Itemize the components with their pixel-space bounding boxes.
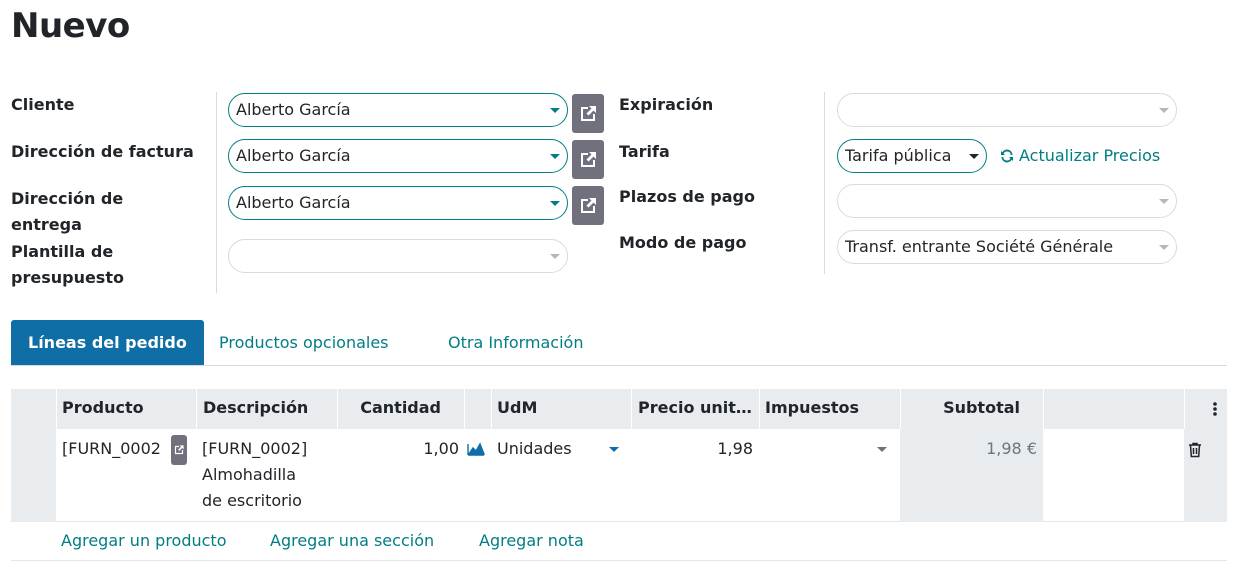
page-title: Nuevo	[11, 6, 130, 46]
product-cell[interactable]: [FURN_0002]	[62, 436, 162, 462]
left-column-divider	[216, 92, 217, 293]
cliente-value: Alberto García	[236, 100, 351, 119]
kebab-menu-icon[interactable]	[1212, 389, 1224, 429]
caret-down-icon	[550, 108, 560, 113]
column-divider	[631, 389, 632, 429]
column-divider	[56, 389, 57, 429]
column-header-udm[interactable]: UdM	[497, 389, 627, 429]
column-divider	[196, 389, 197, 429]
column-divider	[1043, 389, 1044, 429]
external-link-icon	[174, 445, 184, 455]
column-divider	[1184, 389, 1185, 429]
price-cell[interactable]: 1,98	[638, 436, 753, 462]
caret-down-icon	[1159, 199, 1169, 204]
plazos-field[interactable]	[837, 184, 1177, 218]
direccion-factura-external-link-button[interactable]	[572, 140, 604, 179]
forecast-chart-icon[interactable]	[467, 438, 486, 464]
column-header-producto[interactable]: Producto	[62, 389, 192, 429]
product-external-link-button[interactable]	[171, 435, 187, 465]
trash-icon[interactable]	[1188, 440, 1202, 466]
label-cliente: Cliente	[11, 95, 75, 114]
quantity-cell[interactable]: 1,00	[360, 436, 459, 462]
caret-down-icon	[969, 154, 979, 159]
column-header-cantidad[interactable]: Cantidad	[341, 389, 441, 429]
column-divider	[900, 389, 901, 429]
description-line3: de escritorio	[202, 491, 302, 510]
caret-down-icon	[550, 201, 560, 206]
column-divider	[759, 389, 760, 429]
direccion-entrega-external-link-button[interactable]	[572, 186, 604, 225]
external-link-icon	[581, 197, 596, 213]
label-plantilla-line2: presupuesto	[11, 268, 124, 287]
label-plantilla: Plantilla de presupuesto	[11, 239, 124, 291]
add-note-link[interactable]: Agregar nota	[479, 528, 584, 554]
direccion-entrega-field[interactable]: Alberto García	[228, 186, 568, 220]
column-divider	[337, 389, 338, 429]
right-column-divider	[824, 92, 825, 274]
tabs-divider	[11, 365, 1227, 366]
udm-cell[interactable]: Unidades	[497, 436, 627, 462]
subtotal-cell: 1,98 €	[986, 439, 1037, 458]
tab-productos-opcionales[interactable]: Productos opcionales	[202, 320, 406, 365]
refresh-icon	[1001, 149, 1013, 163]
taxes-cell[interactable]	[765, 436, 895, 462]
label-modo: Modo de pago	[619, 233, 747, 252]
direccion-factura-value: Alberto García	[236, 146, 351, 165]
column-header-descripcion[interactable]: Descripción	[203, 389, 333, 429]
external-link-icon	[581, 151, 596, 167]
column-header-precio[interactable]: Precio unit…	[638, 389, 753, 429]
description-line2: Almohadilla	[202, 465, 297, 484]
caret-down-icon	[1159, 245, 1169, 250]
tab-otra-informacion[interactable]: Otra Información	[431, 320, 600, 365]
label-direccion-factura: Dirección de factura	[11, 142, 194, 161]
modo-value: Transf. entrante Société Générale	[845, 237, 1114, 256]
plantilla-field[interactable]	[228, 239, 568, 273]
label-tarifa: Tarifa	[619, 142, 670, 161]
column-header-impuestos[interactable]: Impuestos	[765, 389, 895, 429]
caret-down-icon	[1159, 108, 1169, 113]
label-direccion-entrega-line1: Dirección de	[11, 189, 124, 208]
actualizar-precios-label: Actualizar Precios	[1019, 146, 1161, 165]
label-expiracion: Expiración	[619, 95, 714, 114]
column-header-subtotal[interactable]: Subtotal	[905, 389, 1020, 429]
cliente-field[interactable]: Alberto García	[228, 93, 568, 127]
label-direccion-entrega: Dirección de entrega	[11, 186, 123, 238]
tarifa-field[interactable]: Tarifa pública	[837, 139, 987, 173]
add-product-link[interactable]: Agregar un producto	[61, 528, 227, 554]
description-cell[interactable]: [FURN_0002] Almohadilla de escritorio	[202, 436, 332, 514]
tarifa-value: Tarifa pública	[845, 146, 952, 165]
row-handle[interactable]	[11, 429, 56, 522]
description-line1: [FURN_0002]	[202, 439, 308, 458]
udm-value: Unidades	[497, 439, 572, 458]
actualizar-precios-link[interactable]: Actualizar Precios	[999, 144, 1160, 168]
caret-down-icon	[550, 254, 560, 259]
caret-down-icon	[609, 447, 619, 452]
caret-down-icon	[550, 154, 560, 159]
label-direccion-entrega-line2: entrega	[11, 215, 82, 234]
modo-field[interactable]: Transf. entrante Société Générale	[837, 230, 1177, 264]
column-divider	[491, 389, 492, 429]
add-section-link[interactable]: Agregar una sección	[270, 528, 434, 554]
column-divider	[464, 389, 465, 429]
tab-lineas-pedido[interactable]: Líneas del pedido	[11, 320, 204, 365]
table-bottom-divider	[11, 560, 1227, 561]
direccion-factura-field[interactable]: Alberto García	[228, 139, 568, 173]
cliente-external-link-button[interactable]	[572, 94, 604, 133]
label-plazos: Plazos de pago	[619, 187, 755, 206]
caret-down-icon	[877, 447, 887, 452]
external-link-icon	[581, 105, 596, 121]
direccion-entrega-value: Alberto García	[236, 193, 351, 212]
expiracion-field[interactable]	[837, 93, 1177, 127]
label-plantilla-line1: Plantilla de	[11, 242, 114, 261]
